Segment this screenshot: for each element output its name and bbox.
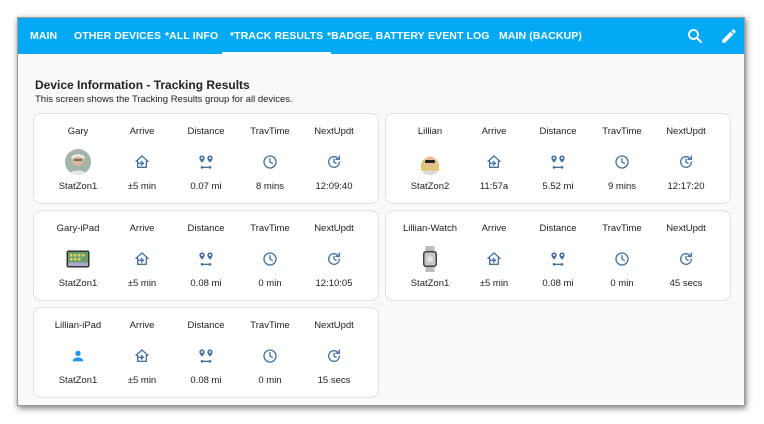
update-icon[interactable]: [672, 245, 700, 273]
map-markers-distance-icon[interactable]: [192, 245, 220, 273]
distance-header: Distance: [539, 126, 577, 137]
ipad-icon: [64, 245, 92, 273]
nextupdt-value: 15 secs: [317, 375, 351, 386]
arrive-header: Arrive: [481, 223, 507, 234]
clock-icon[interactable]: [256, 342, 284, 370]
tab-other-devices[interactable]: OTHER DEVICES: [74, 18, 161, 54]
device-card-gary-ipad: Gary-iPad StatZon1 Arrive ±5 min Distance …: [33, 210, 379, 301]
arrive-header: Arrive: [129, 223, 155, 234]
update-icon[interactable]: [320, 148, 348, 176]
arrive-home-icon[interactable]: [128, 148, 156, 176]
update-icon[interactable]: [672, 148, 700, 176]
nextupdt-value: 45 secs: [669, 278, 703, 289]
nextupdt-value: 12:10:05: [315, 278, 353, 289]
nextupdt-header: NextUpdt: [314, 320, 354, 331]
person-icon: [64, 342, 92, 370]
tab-main-backup[interactable]: MAIN (BACKUP): [499, 18, 582, 54]
clock-icon[interactable]: [608, 245, 636, 273]
page-title: Device Information - Tracking Results: [35, 78, 250, 92]
app-window: MAIN OTHER DEVICES *ALL INFO *TRACK RESU…: [17, 17, 745, 406]
tab-event-log[interactable]: EVENT LOG: [428, 18, 490, 54]
travtime-value: 8 mins: [256, 181, 284, 192]
update-icon[interactable]: [320, 342, 348, 370]
nextupdt-header: NextUpdt: [314, 223, 354, 234]
distance-value: 0.07 mi: [190, 181, 222, 192]
distance-header: Distance: [539, 223, 577, 234]
distance-value: 0.08 mi: [542, 278, 574, 289]
device-zone: StatZon1: [410, 278, 450, 289]
distance-value: 5.52 mi: [542, 181, 574, 192]
clock-icon[interactable]: [256, 245, 284, 273]
map-markers-distance-icon[interactable]: [192, 148, 220, 176]
travtime-header: TravTime: [602, 223, 642, 234]
lillian-photo-icon: [416, 148, 444, 176]
tab-badge-battery[interactable]: *BADGE, BATTERY: [327, 18, 425, 54]
arrive-home-icon[interactable]: [480, 148, 508, 176]
map-markers-distance-icon[interactable]: [192, 342, 220, 370]
clock-icon[interactable]: [608, 148, 636, 176]
map-markers-distance-icon[interactable]: [544, 148, 572, 176]
travtime-header: TravTime: [250, 320, 290, 331]
clock-icon[interactable]: [256, 148, 284, 176]
arrive-home-icon[interactable]: [480, 245, 508, 273]
travtime-header: TravTime: [250, 223, 290, 234]
arrive-header: Arrive: [129, 126, 155, 137]
device-zone: StatZon1: [58, 181, 98, 192]
map-markers-distance-icon[interactable]: [544, 245, 572, 273]
search-icon[interactable]: [686, 27, 704, 45]
arrive-home-icon[interactable]: [128, 245, 156, 273]
device-zone: StatZon1: [58, 278, 98, 289]
distance-value: 0.08 mi: [190, 278, 222, 289]
device-card-lillian-ipad: Lillian-iPad StatZon1 Arrive ±5 min Distan…: [33, 307, 379, 398]
arrive-home-icon[interactable]: [128, 342, 156, 370]
watch-icon: [416, 245, 444, 273]
travtime-header: TravTime: [602, 126, 642, 137]
device-name: Lillian-Watch: [402, 223, 458, 234]
tab-main[interactable]: MAIN: [30, 18, 57, 54]
pencil-icon[interactable]: [720, 27, 738, 45]
arrive-value: 11:57a: [479, 181, 509, 192]
arrive-value: ±5 min: [479, 278, 509, 289]
page-subtitle: This screen shows the Tracking Results g…: [35, 94, 293, 105]
arrive-value: ±5 min: [127, 278, 157, 289]
distance-header: Distance: [187, 126, 225, 137]
device-zone: StatZon1: [58, 375, 98, 386]
device-zone: StatZon2: [410, 181, 450, 192]
nextupdt-value: 12:09:40: [315, 181, 353, 192]
gary-photo-icon: [64, 148, 92, 176]
travtime-value: 9 mins: [608, 181, 636, 192]
distance-header: Distance: [187, 223, 225, 234]
nextupdt-value: 12:17:20: [667, 181, 705, 192]
travtime-value: 0 min: [258, 278, 282, 289]
travtime-value: 0 min: [610, 278, 634, 289]
arrive-header: Arrive: [481, 126, 507, 137]
distance-value: 0.08 mi: [190, 375, 222, 386]
device-name: Gary: [67, 126, 89, 137]
nextupdt-header: NextUpdt: [314, 126, 354, 137]
travtime-header: TravTime: [250, 126, 290, 137]
device-name: Gary-iPad: [56, 223, 100, 234]
top-app-bar: MAIN OTHER DEVICES *ALL INFO *TRACK RESU…: [18, 18, 744, 54]
update-icon[interactable]: [320, 245, 348, 273]
arrive-header: Arrive: [129, 320, 155, 331]
travtime-value: 0 min: [258, 375, 282, 386]
nextupdt-header: NextUpdt: [666, 126, 706, 137]
arrive-value: ±5 min: [127, 375, 157, 386]
device-name: Lillian: [417, 126, 443, 137]
device-card-gary: Gary StatZon1 Arrive ±5 min Distance 0.07 …: [33, 113, 379, 204]
arrive-value: ±5 min: [127, 181, 157, 192]
distance-header: Distance: [187, 320, 225, 331]
tab-track-results[interactable]: *TRACK RESULTS: [221, 18, 332, 54]
tab-all-info[interactable]: *ALL INFO: [165, 18, 218, 54]
device-card-lillian-watch: Lillian-Watch StatZon1 Arrive ±5 min Dista…: [385, 210, 731, 301]
nextupdt-header: NextUpdt: [666, 223, 706, 234]
device-card-lillian: Lillian StatZon2 Arrive 11:57a Distance 5.…: [385, 113, 731, 204]
device-name: Lillian-iPad: [54, 320, 102, 331]
